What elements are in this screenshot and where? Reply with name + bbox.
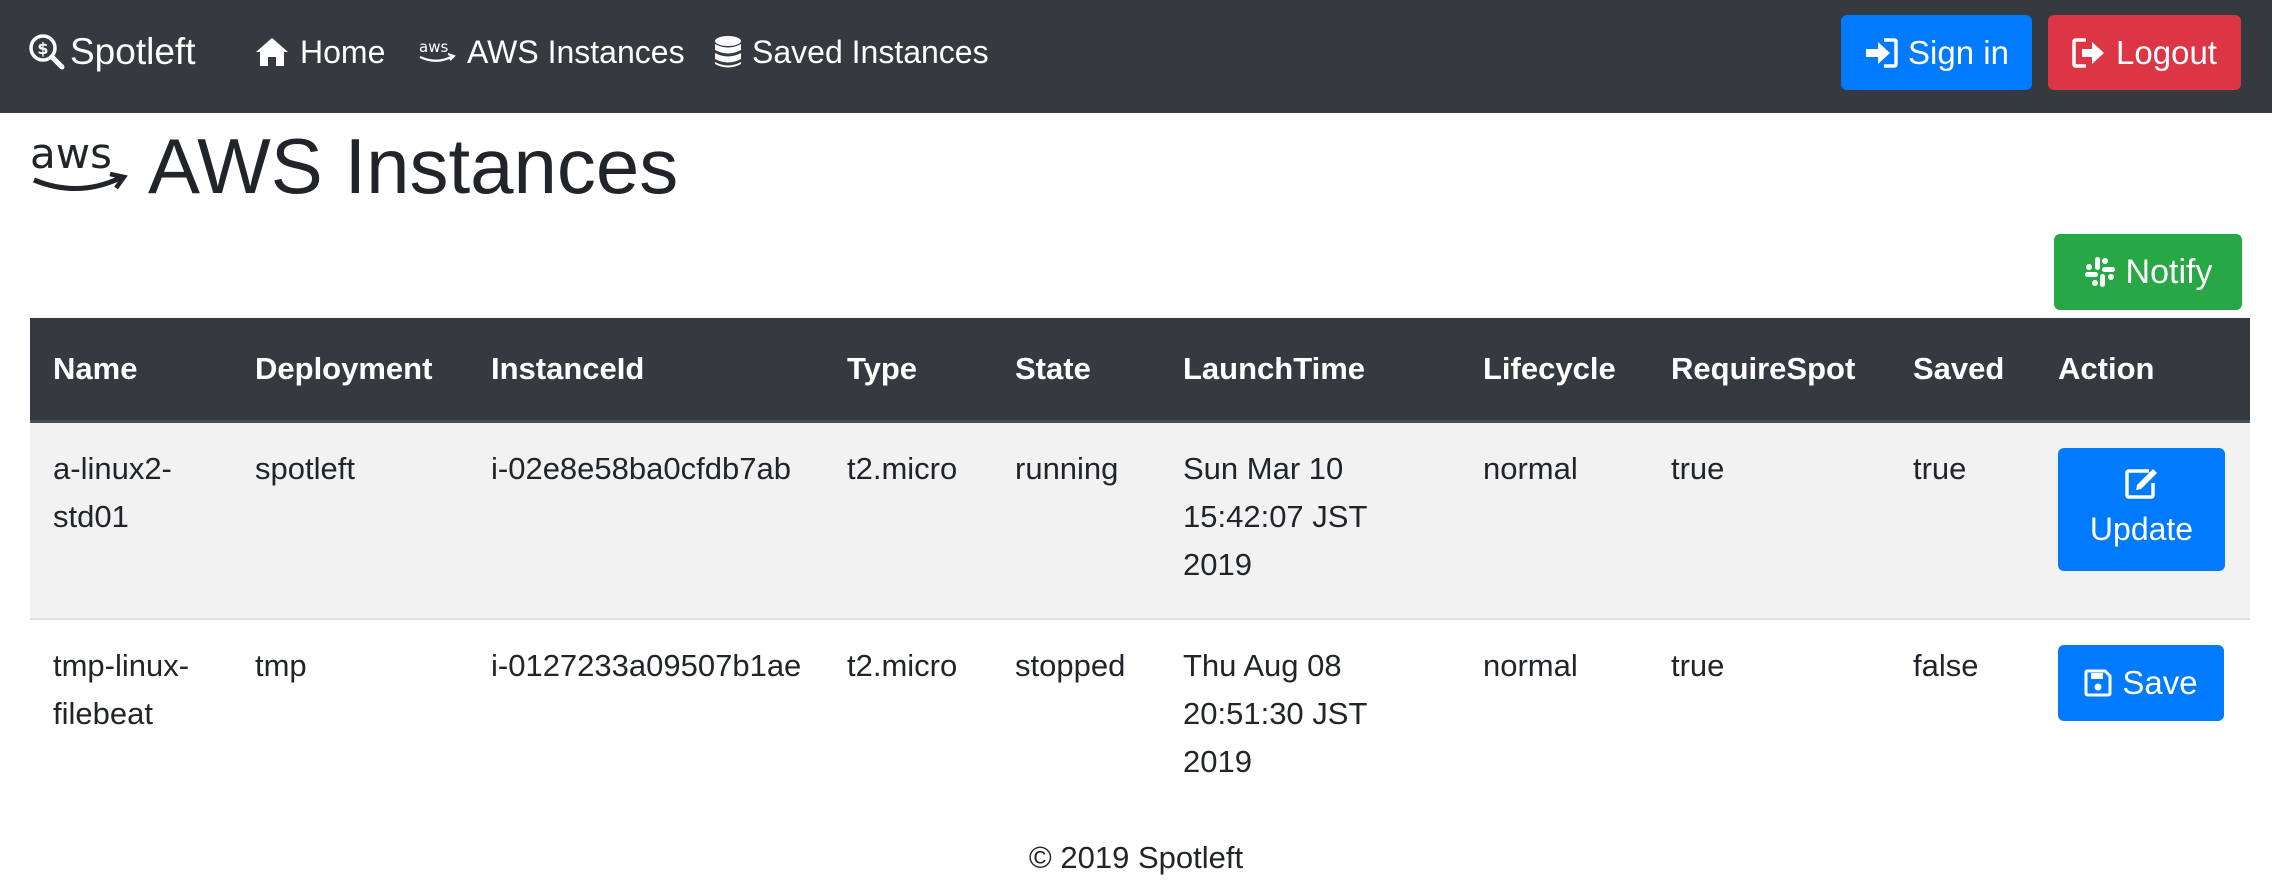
cell-state: stopped [992, 618, 1160, 817]
header-type: Type [824, 318, 992, 423]
cell-name-text: tmp-linux-filebeat [53, 648, 190, 731]
cell-instance-id-text: i-02e8e58ba0cfdb7ab [491, 451, 791, 486]
cell-name: a-linux2-std01 [30, 420, 232, 619]
notify-label: Notify [2125, 252, 2213, 291]
cell-name-text: a-linux2-std01 [53, 451, 172, 534]
cell-state: running [992, 420, 1160, 619]
header-state: State [992, 318, 1160, 423]
header-instance-id: InstanceId [468, 318, 824, 423]
instances-table: Name Deployment InstanceId Type State La… [30, 318, 2250, 817]
aws-icon: aws [419, 38, 456, 62]
cell-launch-time: Thu Aug 08 20:51:30 JST 2019 [1160, 618, 1460, 817]
cell-action: Update [2035, 420, 2250, 619]
cell-require-spot: true [1648, 420, 1890, 619]
cell-instance-id-text: i-0127233a09507b1ae [491, 648, 802, 683]
header-name: Name [30, 318, 232, 423]
table-header-row: Name Deployment InstanceId Type State La… [30, 318, 2250, 423]
save-button[interactable]: Save [2058, 645, 2224, 721]
sign-out-icon [2072, 37, 2105, 68]
table-row: tmp-linux-filebeat tmp i-0127233a09507b1… [30, 618, 2250, 817]
database-icon [715, 36, 741, 68]
notify-button[interactable]: Notify [2054, 234, 2242, 310]
header-saved: Saved [1890, 318, 2035, 423]
footer-text: © 2019 Spotleft [1028, 840, 1244, 875]
footer: © 2019 Spotleft [0, 840, 2272, 876]
page-title-text: AWS Instances [148, 121, 679, 210]
header-action: Action [2035, 318, 2250, 423]
cell-saved: false [1890, 618, 2035, 817]
cell-name: tmp-linux-filebeat [30, 618, 232, 817]
slack-icon [2084, 257, 2115, 287]
edit-icon [2124, 468, 2157, 499]
header-launch-time: LaunchTime [1160, 318, 1460, 423]
cell-launch-time-text: Thu Aug 08 20:51:30 JST 2019 [1183, 648, 1367, 779]
cell-lifecycle: normal [1460, 618, 1648, 817]
cell-deployment: tmp [232, 618, 468, 817]
sign-in-button[interactable]: Sign in [1841, 15, 2032, 90]
svg-text:aws: aws [419, 38, 448, 56]
cell-deployment: spotleft [232, 420, 468, 619]
cell-lifecycle: normal [1460, 420, 1648, 619]
nav-saved-instances[interactable]: Saved Instances [714, 26, 989, 78]
header-deployment: Deployment [232, 318, 468, 423]
nav-home[interactable]: Home [254, 26, 385, 78]
cell-type: t2.micro [824, 420, 992, 619]
logout-button[interactable]: Logout [2048, 15, 2241, 90]
svg-text:$: $ [37, 39, 48, 58]
cell-saved: true [1890, 420, 2035, 619]
brand-link[interactable]: $ Spotleft [28, 26, 195, 78]
nav-home-label: Home [300, 33, 386, 70]
nav-saved-instances-label: Saved Instances [752, 33, 989, 70]
header-lifecycle: Lifecycle [1460, 318, 1648, 423]
update-button[interactable]: Update [2058, 448, 2225, 571]
sign-in-label: Sign in [1908, 33, 2009, 71]
cell-action: Save [2035, 618, 2250, 817]
logout-label: Logout [2116, 33, 2217, 71]
search-dollar-icon: $ [29, 34, 65, 70]
cell-require-spot: true [1648, 618, 1890, 817]
header-require-spot: RequireSpot [1648, 318, 1890, 423]
cell-launch-time-text: Sun Mar 10 15:42:07 JST 2019 [1183, 451, 1367, 582]
cell-instance-id: i-0127233a09507b1ae [468, 618, 824, 817]
save-icon [2084, 669, 2112, 697]
navbar: $ Spotleft Home aws AWS Instances Saved … [0, 0, 2272, 113]
nav-aws-instances[interactable]: aws AWS Instances [417, 26, 685, 78]
save-label: Save [2122, 664, 2198, 701]
page-title: aws AWS Instances [28, 118, 678, 214]
table-row: a-linux2-std01 spotleft i-02e8e58ba0cfdb… [30, 420, 2250, 619]
home-icon [256, 38, 288, 66]
nav-aws-instances-label: AWS Instances [467, 33, 685, 70]
brand-name: Spotleft [70, 31, 196, 72]
sign-in-icon [1866, 37, 1898, 68]
aws-logo-icon: aws [30, 130, 128, 191]
update-label: Update [2089, 510, 2194, 547]
svg-text:aws: aws [30, 130, 112, 178]
cell-launch-time: Sun Mar 10 15:42:07 JST 2019 [1160, 420, 1460, 619]
cell-type: t2.micro [824, 618, 992, 817]
cell-instance-id: i-02e8e58ba0cfdb7ab [468, 420, 824, 619]
